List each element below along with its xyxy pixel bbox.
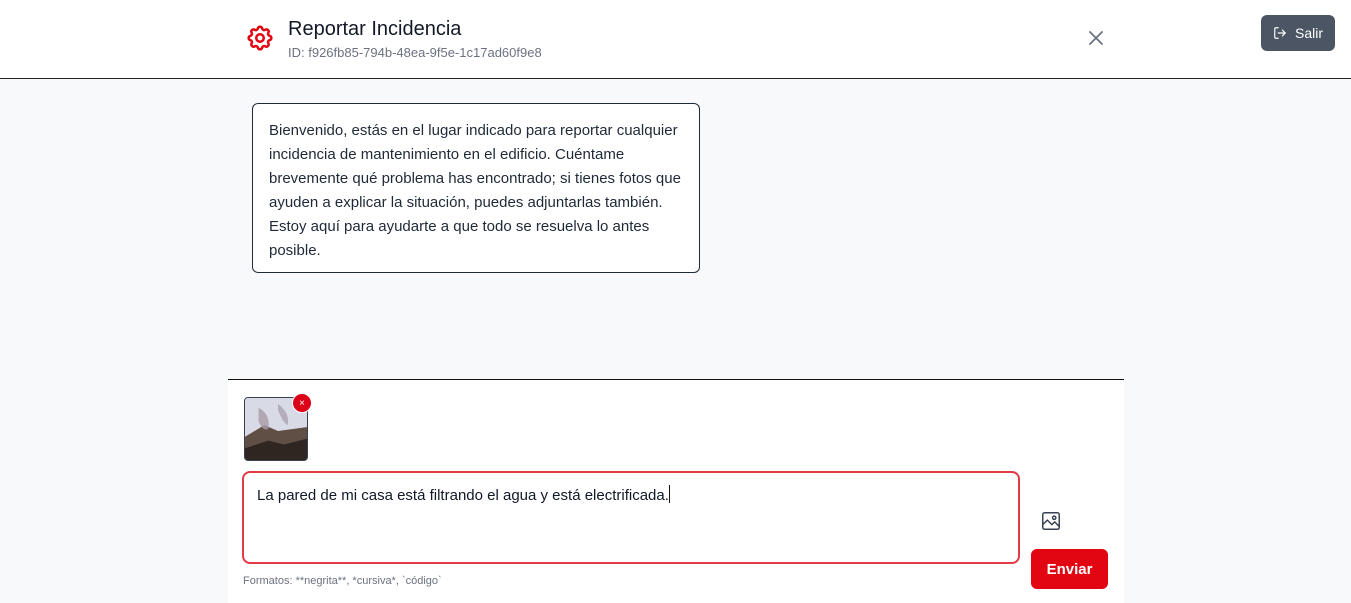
remove-attachment-button[interactable]: × <box>292 393 312 413</box>
message-composer: × La pared de mi casa está filtrando el … <box>228 379 1124 603</box>
page-title: Reportar Incidencia <box>288 18 462 40</box>
logout-button[interactable]: Salir <box>1261 15 1335 51</box>
logout-label: Salir <box>1294 25 1323 41</box>
send-button[interactable]: Enviar <box>1031 549 1108 589</box>
message-input-value: La pared de mi casa está filtrando el ag… <box>257 487 669 504</box>
image-attach-icon[interactable] <box>1040 510 1062 532</box>
format-hint: Formatos: **negrita**, *cursiva*, `códig… <box>243 575 442 587</box>
gear-icon <box>247 25 273 51</box>
close-icon[interactable] <box>1084 26 1108 50</box>
incident-id: ID: f926fb85-794b-48ea-9f5e-1c17ad60f9e8 <box>288 45 542 60</box>
assistant-message: Bienvenido, estás en el lugar indicado p… <box>252 103 700 273</box>
logout-icon <box>1274 27 1286 39</box>
message-input[interactable]: La pared de mi casa está filtrando el ag… <box>242 471 1020 564</box>
top-bar: Reportar Incidencia ID: f926fb85-794b-48… <box>0 0 1351 79</box>
text-caret <box>668 485 670 503</box>
